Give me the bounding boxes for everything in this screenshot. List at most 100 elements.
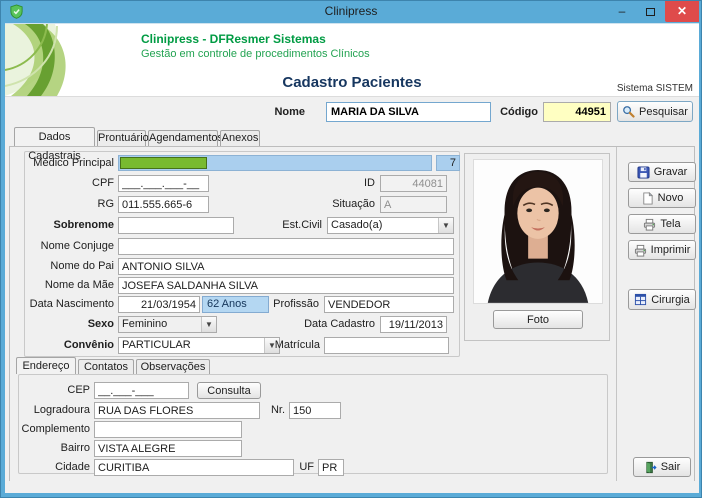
mae-label: Nome da Mãe bbox=[44, 279, 114, 291]
close-button[interactable]: ✕ bbox=[665, 1, 699, 22]
matricula-label: Matrícula bbox=[274, 339, 320, 351]
sair-button[interactable]: Sair bbox=[633, 457, 691, 477]
bottom-strip bbox=[5, 481, 699, 493]
brand-title: Clinipress - DFResmer Sistemas bbox=[141, 32, 326, 46]
photo-panel: Foto bbox=[464, 153, 610, 341]
nascimento-label: Data Nascimento bbox=[29, 298, 114, 310]
sobrenome-label: Sobrenome bbox=[53, 219, 114, 231]
id-label: ID bbox=[364, 177, 375, 189]
tab-dados-cadastrais[interactable]: Dados Cadastrais bbox=[14, 127, 95, 162]
cirurgia-button[interactable]: Cirurgia bbox=[628, 289, 696, 310]
tab-page-dados-cadastrais: Médico Principal 7 CPF ID RG Situação So… bbox=[9, 146, 696, 482]
minimize-button[interactable]: – bbox=[609, 1, 635, 22]
client-area: Clinipress - DFResmer Sistemas Gestão em… bbox=[5, 23, 699, 493]
gravar-label: Gravar bbox=[653, 166, 688, 178]
sexo-select[interactable]: Feminino ▼ bbox=[118, 316, 217, 333]
cep-input[interactable] bbox=[94, 382, 189, 399]
bairro-label: Bairro bbox=[60, 442, 90, 454]
cirurgia-label: Cirurgia bbox=[651, 293, 690, 306]
window-title: Clinipress bbox=[324, 4, 378, 18]
gravar-button[interactable]: Gravar bbox=[628, 162, 696, 182]
search-icon bbox=[623, 106, 635, 118]
progress-fill bbox=[120, 157, 208, 169]
novo-label: Novo bbox=[657, 192, 684, 204]
profissao-label: Profissão bbox=[273, 298, 319, 310]
rg-label: RG bbox=[97, 198, 115, 210]
convenio-label: Convênio bbox=[63, 339, 114, 351]
logradoura-input[interactable] bbox=[94, 402, 260, 419]
consulta-label: Consulta bbox=[207, 384, 251, 397]
situacao-label: Situação bbox=[332, 198, 375, 210]
pesquisar-button[interactable]: Pesquisar bbox=[617, 101, 693, 122]
logradoura-label: Logradoura bbox=[33, 404, 90, 416]
app-window: Clinipress – ✕ Clinipress - DFResmer Sis… bbox=[0, 0, 702, 498]
sair-label: Sair bbox=[660, 461, 681, 473]
maximize-icon bbox=[645, 7, 655, 16]
panel-separator bbox=[616, 147, 617, 481]
titlebar[interactable]: Clinipress – ✕ bbox=[1, 1, 701, 23]
estcivil-select[interactable]: Casado(a) ▼ bbox=[327, 217, 454, 234]
cep-label: CEP bbox=[67, 384, 90, 396]
chevron-down-icon: ▼ bbox=[201, 317, 216, 332]
maximize-button[interactable] bbox=[637, 1, 663, 22]
header: Clinipress - DFResmer Sistemas Gestão em… bbox=[5, 24, 699, 97]
cpf-label: CPF bbox=[92, 177, 114, 189]
exit-door-icon bbox=[646, 461, 657, 473]
printer-icon bbox=[634, 244, 646, 257]
cidade-label: Cidade bbox=[55, 461, 90, 473]
portrait-image bbox=[474, 160, 602, 303]
nome-input[interactable] bbox=[326, 102, 491, 122]
tab-prontuario[interactable]: Prontuário bbox=[97, 130, 149, 146]
surgery-grid-icon bbox=[635, 293, 647, 306]
uf-label: UF bbox=[299, 461, 314, 473]
imprimir-button[interactable]: Imprimir bbox=[628, 240, 696, 260]
foto-label: Foto bbox=[526, 313, 549, 326]
conjuge-input[interactable] bbox=[118, 238, 454, 255]
novo-button[interactable]: Novo bbox=[628, 188, 696, 208]
tab-contatos[interactable]: Contatos bbox=[78, 359, 134, 374]
cpf-input[interactable] bbox=[118, 175, 209, 192]
nr-label: Nr. bbox=[270, 404, 285, 416]
cidade-input[interactable] bbox=[94, 459, 294, 476]
foto-button[interactable]: Foto bbox=[493, 310, 583, 329]
uf-input[interactable] bbox=[318, 459, 344, 476]
codigo-field[interactable]: 44951 bbox=[543, 102, 611, 122]
matricula-input[interactable] bbox=[324, 337, 449, 354]
sexo-value: Feminino bbox=[122, 318, 168, 330]
nascimento-input[interactable] bbox=[118, 296, 200, 313]
system-label: Sistema SISTEM bbox=[616, 83, 693, 94]
complemento-label: Complemento bbox=[21, 423, 90, 435]
new-document-icon bbox=[642, 191, 653, 205]
pai-label: Nome do Pai bbox=[50, 260, 114, 272]
estcivil-value: Casado(a) bbox=[331, 219, 383, 231]
page-title: Cadastro Pacientes bbox=[282, 74, 422, 91]
tab-endereco[interactable]: Endereço bbox=[16, 357, 76, 374]
tela-label: Tela bbox=[660, 218, 681, 230]
pai-input[interactable] bbox=[118, 258, 454, 275]
printer-icon bbox=[644, 218, 656, 231]
medico-principal-progressbar[interactable] bbox=[118, 155, 432, 171]
tela-button[interactable]: Tela bbox=[628, 214, 696, 234]
pesquisar-label: Pesquisar bbox=[639, 105, 688, 118]
save-icon bbox=[637, 165, 650, 179]
nr-input[interactable] bbox=[289, 402, 341, 419]
tab-anexos[interactable]: Anexos bbox=[220, 130, 260, 146]
tab-observacoes[interactable]: Observações bbox=[136, 359, 210, 374]
complemento-input[interactable] bbox=[94, 421, 242, 438]
data-cadastro-field[interactable] bbox=[380, 316, 447, 333]
convenio-select[interactable]: PARTICULAR ▼ bbox=[118, 337, 280, 354]
codigo-label: Código bbox=[500, 106, 538, 118]
profissao-input[interactable] bbox=[324, 296, 454, 313]
chevron-down-icon: ▼ bbox=[438, 218, 453, 233]
imprimir-label: Imprimir bbox=[650, 244, 691, 256]
sobrenome-input[interactable] bbox=[118, 217, 234, 234]
situacao-field bbox=[380, 196, 447, 213]
estcivil-label: Est.Civil bbox=[282, 219, 322, 231]
convenio-value: PARTICULAR bbox=[122, 339, 191, 351]
tab-agendamentos[interactable]: Agendamentos bbox=[148, 130, 223, 146]
mae-input[interactable] bbox=[118, 277, 454, 294]
id-field bbox=[380, 175, 447, 192]
bairro-input[interactable] bbox=[94, 440, 242, 457]
rg-input[interactable] bbox=[118, 196, 209, 213]
consulta-button[interactable]: Consulta bbox=[197, 382, 261, 399]
